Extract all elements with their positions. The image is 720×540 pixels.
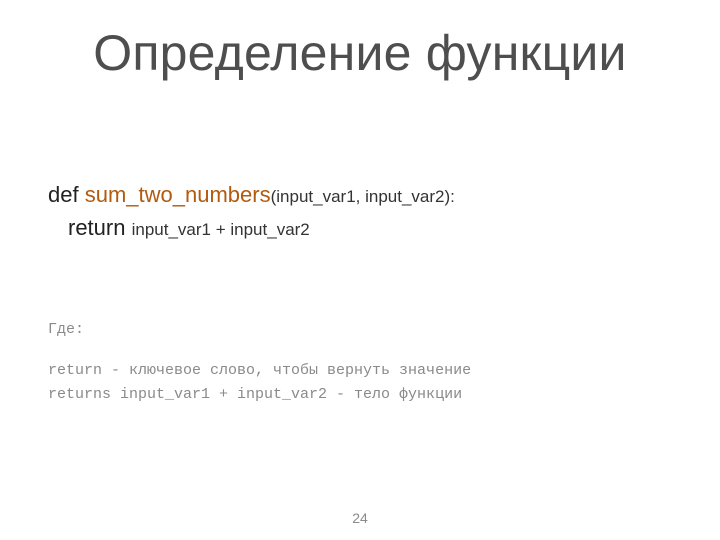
page-number: 24 (0, 510, 720, 526)
return-expression: input_var1 + input_var2 (132, 220, 310, 239)
explanation-block: Где: return - ключевое слово, чтобы верн… (48, 318, 471, 406)
slide: Определение функции def sum_two_numbers(… (0, 0, 720, 540)
explain-body: returns input_var1 + input_var2 - тело ф… (48, 383, 471, 406)
spacer (48, 341, 471, 359)
where-label: Где: (48, 318, 471, 341)
code-line-2: return input_var1 + input_var2 (48, 213, 455, 244)
code-line-1: def sum_two_numbers(input_var1, input_va… (48, 180, 455, 211)
keyword-def: def (48, 182, 79, 207)
code-block: def sum_two_numbers(input_var1, input_va… (48, 180, 455, 244)
function-params: (input_var1, input_var2): (271, 187, 455, 206)
slide-title: Определение функции (0, 24, 720, 82)
keyword-return: return (68, 215, 125, 240)
explain-return: return - ключевое слово, чтобы вернуть з… (48, 359, 471, 382)
function-name: sum_two_numbers (85, 182, 271, 207)
